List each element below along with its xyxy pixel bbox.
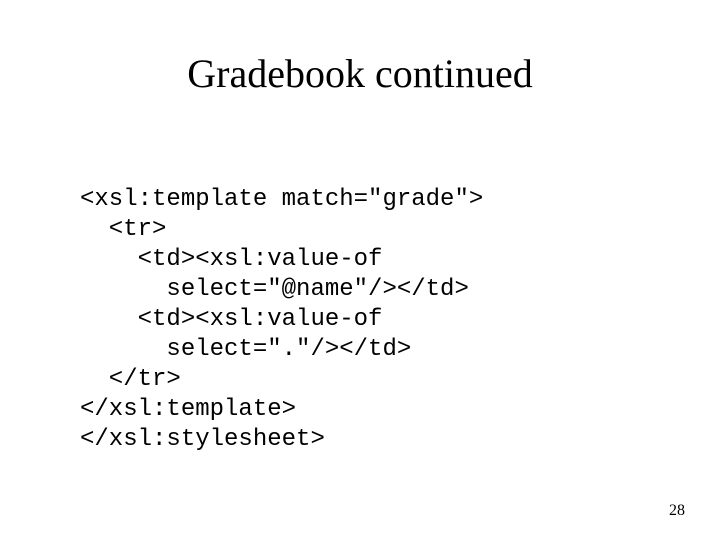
code-line: </xsl:stylesheet> xyxy=(80,426,325,453)
code-line: <td><xsl:value-of xyxy=(80,246,382,273)
code-line: </xsl:template> xyxy=(80,396,296,423)
code-block: <xsl:template match="grade"> <tr> <td><x… xyxy=(80,155,483,455)
code-line: select="."/></td> xyxy=(80,336,411,363)
code-line: <td><xsl:value-of xyxy=(80,306,382,333)
code-line: </tr> xyxy=(80,366,181,393)
slide-title: Gradebook continued xyxy=(0,50,720,97)
code-line: <xsl:template match="grade"> xyxy=(80,186,483,213)
page-number: 28 xyxy=(669,502,685,520)
slide: Gradebook continued <xsl:template match=… xyxy=(0,0,720,540)
code-line: select="@name"/></td> xyxy=(80,276,469,303)
code-line: <tr> xyxy=(80,216,166,243)
